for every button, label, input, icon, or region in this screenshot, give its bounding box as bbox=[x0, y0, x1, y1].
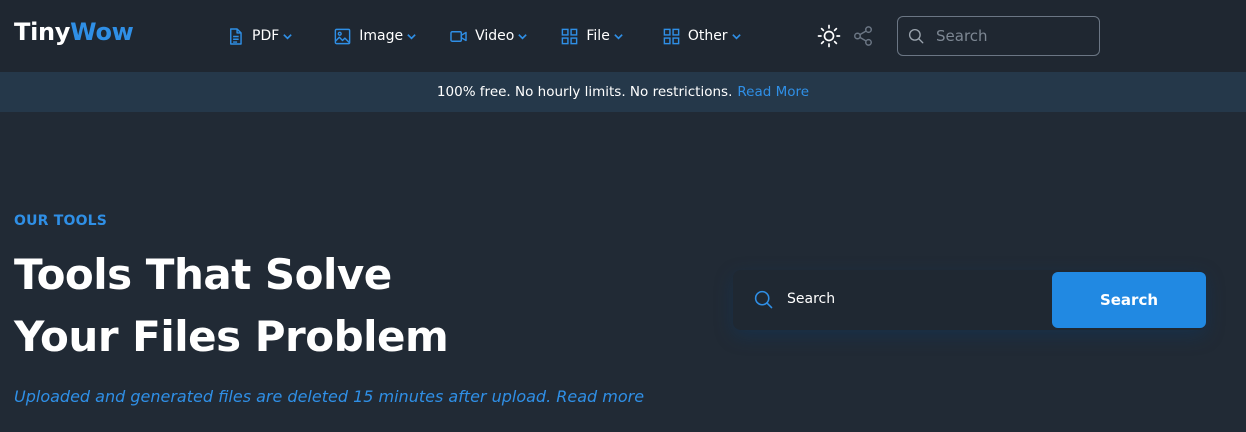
chevron-down-icon bbox=[407, 34, 416, 40]
search-button[interactable]: Search bbox=[1052, 272, 1206, 328]
menu-label-video: Video bbox=[475, 28, 515, 44]
section-eyebrow: OUR TOOLS bbox=[14, 213, 108, 229]
grid-icon bbox=[663, 28, 680, 44]
page-title: Tools That Solve Your Files Problem bbox=[14, 244, 614, 368]
menu-item-file[interactable]: File bbox=[560, 24, 623, 48]
share-icon[interactable] bbox=[852, 25, 874, 47]
tool-search-input[interactable] bbox=[787, 287, 1027, 311]
menu-label-other: Other bbox=[687, 28, 728, 44]
sun-icon[interactable] bbox=[817, 24, 841, 48]
chevron-down-icon bbox=[731, 34, 741, 40]
logo[interactable]: TinyWow bbox=[14, 18, 134, 46]
promo-banner: 100% free. No hourly limits. No restrict… bbox=[0, 72, 1246, 112]
deletion-notice: Uploaded and generated files are deleted… bbox=[14, 387, 644, 406]
chevron-down-icon bbox=[518, 34, 528, 40]
menu-label-image: Image bbox=[359, 28, 404, 44]
main-menu: PDF Image Video File Other bbox=[226, 24, 742, 48]
menu-label-pdf: PDF bbox=[252, 28, 280, 44]
tool-search-box: Search bbox=[733, 270, 1206, 330]
top-navbar: TinyWow PDF Image Video File Other Searc… bbox=[0, 0, 1246, 72]
logo-text-tiny: Tiny bbox=[14, 18, 71, 46]
header-search-box[interactable] bbox=[897, 16, 1100, 56]
banner-text: 100% free. No hourly limits. No restrict… bbox=[436, 84, 733, 100]
page-title-line-1: Tools That Solve bbox=[14, 250, 392, 299]
video-camera-icon bbox=[450, 30, 467, 42]
banner-read-more-link[interactable]: Read More bbox=[737, 84, 809, 100]
logo-text-wow: Wow bbox=[70, 18, 134, 46]
chevron-down-icon bbox=[283, 34, 293, 40]
menu-item-image[interactable]: Image bbox=[333, 24, 417, 48]
search-icon bbox=[754, 290, 773, 309]
menu-item-pdf[interactable]: PDF bbox=[226, 24, 293, 48]
menu-item-video[interactable]: Video bbox=[449, 24, 528, 48]
header-search-input[interactable] bbox=[936, 27, 1086, 45]
grid-icon bbox=[562, 28, 578, 44]
file-icon bbox=[230, 27, 242, 45]
search-icon bbox=[908, 28, 924, 44]
chevron-down-icon bbox=[614, 34, 623, 40]
menu-label-file: File bbox=[586, 28, 610, 44]
menu-item-other[interactable]: Other bbox=[662, 24, 742, 48]
deletion-read-more-link[interactable]: Read more bbox=[556, 387, 644, 406]
page-title-line-2: Your Files Problem bbox=[14, 312, 449, 361]
deletion-notice-text: Uploaded and generated files are deleted… bbox=[14, 387, 552, 406]
image-icon bbox=[334, 28, 351, 44]
